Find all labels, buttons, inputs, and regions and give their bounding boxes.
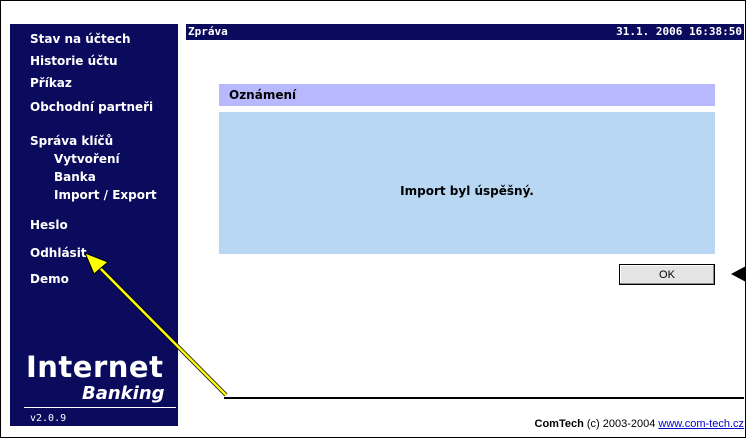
sidebar-item-obchodni-partneri[interactable]: Obchodní partneři bbox=[30, 100, 153, 114]
footer-divider bbox=[224, 397, 744, 399]
sidebar: Stav na účtech Historie účtu Příkaz Obch… bbox=[10, 24, 178, 426]
page-title: Zpráva bbox=[188, 25, 228, 38]
sidebar-item-stav-na-uctech[interactable]: Stav na účtech bbox=[30, 32, 130, 46]
brand-logo-internet: Internet bbox=[26, 350, 164, 384]
sidebar-subitem-banka[interactable]: Banka bbox=[54, 170, 96, 184]
sidebar-item-sprava-klicu[interactable]: Správa klíčů bbox=[30, 134, 113, 148]
dialog-heading: Oznámení bbox=[229, 88, 297, 102]
page-header: Zpráva 31.1. 2006 16:38:50 bbox=[186, 24, 744, 40]
sidebar-item-demo[interactable]: Demo bbox=[30, 272, 69, 286]
sidebar-item-prikaz[interactable]: Příkaz bbox=[30, 76, 72, 90]
brand-logo-banking: Banking bbox=[82, 383, 165, 404]
brand-divider bbox=[24, 407, 176, 408]
dialog-body: Import byl úspěšný. bbox=[219, 112, 715, 254]
ok-button[interactable]: OK bbox=[619, 264, 715, 285]
footer-link[interactable]: www.com-tech.cz bbox=[658, 418, 744, 430]
dialog-header: Oznámení bbox=[219, 84, 715, 106]
datetime-label: 31.1. 2006 16:38:50 bbox=[616, 25, 742, 38]
sidebar-item-heslo[interactable]: Heslo bbox=[30, 218, 68, 232]
footer-company: ComTech bbox=[534, 418, 584, 430]
sidebar-subitem-import-export[interactable]: Import / Export bbox=[54, 188, 157, 202]
sidebar-item-historie-uctu[interactable]: Historie účtu bbox=[30, 54, 118, 68]
sidebar-subitem-vytvoreni[interactable]: Vytvoření bbox=[54, 152, 120, 166]
sidebar-item-odhlasit[interactable]: Odhlásit bbox=[30, 246, 87, 260]
dialog-message: Import byl úspěšný. bbox=[400, 184, 534, 198]
footer-copyright: (c) 2003-2004 bbox=[583, 418, 659, 430]
footer: ComTech (c) 2003-2004 www.com-tech.cz bbox=[535, 418, 745, 430]
version-label: v2.0.9 bbox=[30, 413, 67, 424]
